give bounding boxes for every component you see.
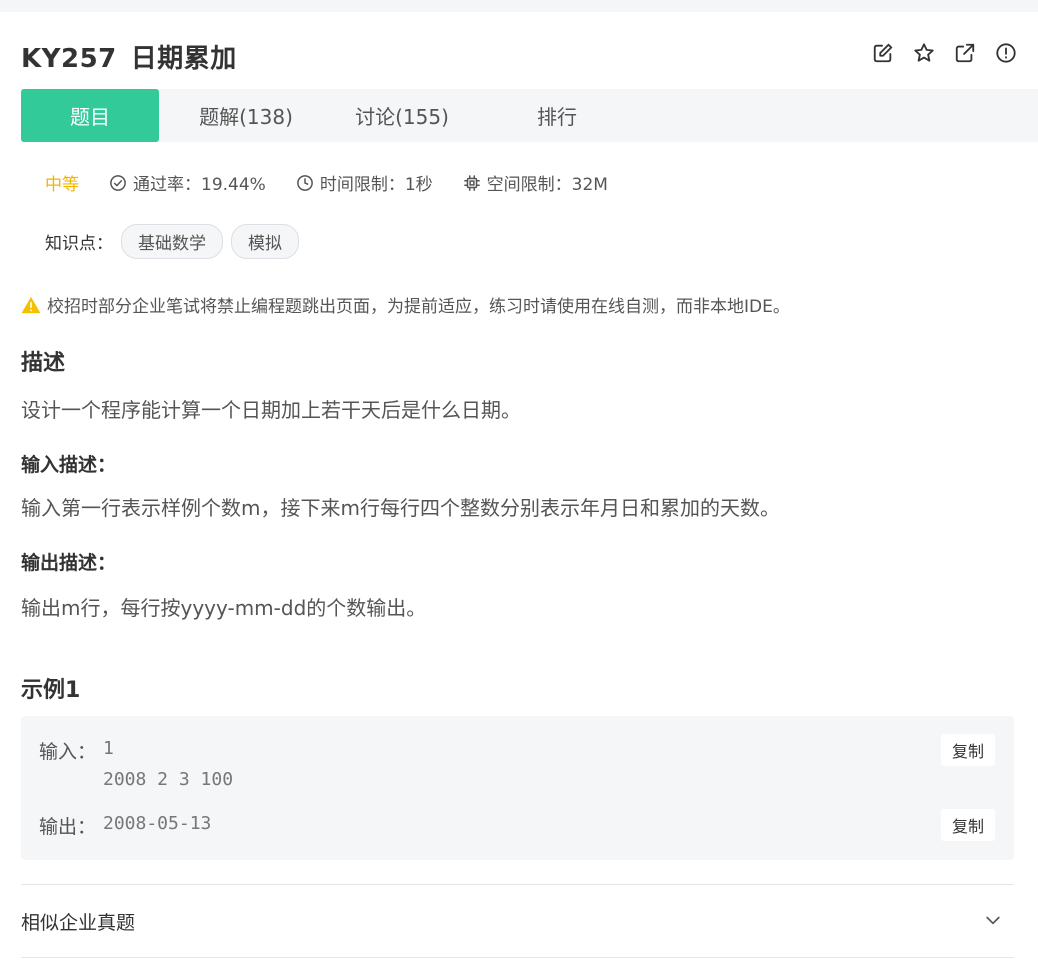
- problem-name: 日期累加: [130, 43, 237, 74]
- chevron-down-icon[interactable]: [983, 910, 1003, 930]
- problem-header: KY257 日期累加: [21, 38, 1017, 74]
- problem-meta: 中等 通过率：19.44% 时间限制：1秒 空间限制：32M: [45, 170, 638, 195]
- tag-simulation[interactable]: 模拟: [231, 224, 299, 259]
- copy-input-button[interactable]: 复制: [941, 734, 995, 766]
- description-text: 设计一个程序能计算一个日期加上若干天后是什么日期。: [21, 398, 521, 422]
- output-desc-heading: 输出描述：: [21, 552, 117, 574]
- input-desc-text: 输入第一行表示样例个数m，接下来m行每行四个整数分别表示年月日和累加的天数。: [21, 496, 780, 520]
- header-actions: [872, 42, 1017, 64]
- similar-questions-toggle[interactable]: 相似企业真题: [21, 908, 135, 935]
- problem-id: KY257: [21, 43, 117, 74]
- tab-bar: 题目 题解(138) 讨论(155) 排行: [21, 89, 1038, 142]
- time-limit: 时间限制：1秒: [296, 170, 433, 195]
- difficulty-badge: 中等: [45, 175, 79, 195]
- output-desc-text: 输出m行，每行按yyyy-mm-dd的个数输出。: [21, 596, 427, 620]
- clock-icon: [296, 174, 313, 191]
- tab-problem[interactable]: 题目: [21, 89, 159, 142]
- space-limit-text: 空间限制：32M: [486, 175, 608, 195]
- example-heading: 示例1: [21, 678, 81, 703]
- example-input-value: 1 2008 2 3 100: [103, 738, 234, 790]
- example-input-label: 输入：: [39, 741, 97, 763]
- space-limit: 空间限制：32M: [463, 170, 608, 195]
- tag-basic-math[interactable]: 基础数学: [121, 224, 223, 259]
- share-icon[interactable]: [954, 42, 976, 64]
- knowledge-points: 知识点： 基础数学 模拟: [45, 224, 299, 259]
- page-title: KY257 日期累加: [21, 38, 237, 75]
- problem-card: KY257 日期累加 题目 题解(138) 讨论(155) 排行 中等 通过率：…: [0, 12, 1038, 969]
- example-output-label: 输出：: [39, 816, 97, 838]
- knowledge-label: 知识点：: [45, 234, 113, 254]
- example-box: 输入： 1 2008 2 3 100 复制 输出： 2008-05-13 复制: [21, 716, 1014, 860]
- copy-output-button[interactable]: 复制: [941, 809, 995, 841]
- divider: [21, 957, 1014, 958]
- pass-rate-text: 通过率：19.44%: [133, 175, 266, 195]
- report-icon[interactable]: [995, 42, 1017, 64]
- divider: [21, 884, 1014, 885]
- warning-icon: [21, 296, 41, 313]
- warning-notice: 校招时部分企业笔试将禁止编程题跳出页面，为提前适应，练习时请使用在线自测，而非本…: [21, 292, 790, 317]
- time-limit-text: 时间限制：1秒: [319, 175, 433, 195]
- input-desc-heading: 输入描述：: [21, 454, 117, 476]
- check-circle-icon: [110, 174, 126, 191]
- tab-ranking[interactable]: 排行: [471, 89, 643, 142]
- tab-discussion[interactable]: 讨论(155): [333, 89, 471, 142]
- warning-text: 校招时部分企业笔试将禁止编程题跳出页面，为提前适应，练习时请使用在线自测，而非本…: [47, 297, 790, 317]
- description-heading: 描述: [21, 351, 66, 376]
- chip-icon: [463, 174, 480, 191]
- example-output-value: 2008-05-13: [103, 813, 212, 834]
- edit-icon[interactable]: [872, 42, 894, 64]
- tab-solutions[interactable]: 题解(138): [159, 89, 333, 142]
- star-icon[interactable]: [913, 42, 935, 64]
- pass-rate: 通过率：19.44%: [109, 170, 266, 195]
